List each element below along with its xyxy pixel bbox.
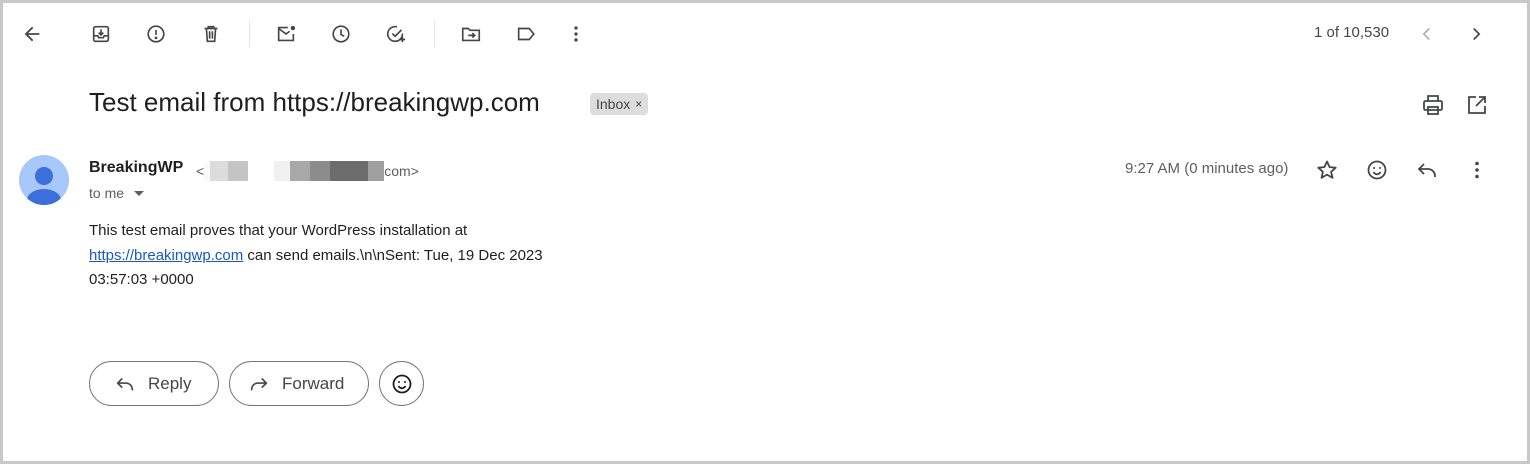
reply-button[interactable]: Reply (89, 361, 219, 406)
delete-icon[interactable] (200, 23, 222, 45)
forward-button[interactable]: Forward (229, 361, 369, 406)
caret-down-icon[interactable] (134, 190, 145, 196)
toolbar-divider (434, 21, 435, 47)
reply-icon[interactable] (1415, 158, 1439, 182)
reply-label: Reply (148, 373, 192, 393)
redacted-block (290, 161, 311, 181)
archive-icon[interactable] (90, 23, 112, 45)
more-vert-icon[interactable] (565, 23, 587, 45)
body-link[interactable]: https://breakingwp.com (89, 247, 243, 264)
forward-label: Forward (282, 373, 345, 393)
recipient-label: to me (89, 185, 125, 201)
print-icon[interactable] (1421, 93, 1445, 117)
redacted-block (330, 161, 369, 181)
sender-email-open: < (196, 163, 205, 179)
email-view: 1 of 10,530 Test email from https://brea… (3, 3, 1527, 461)
email-body: This test email proves that your WordPre… (89, 219, 609, 293)
back-arrow-icon[interactable] (21, 23, 43, 45)
avatar-head (35, 167, 53, 185)
reply-icon (114, 373, 136, 395)
avatar[interactable] (19, 155, 69, 205)
chevron-left-icon[interactable] (1416, 23, 1438, 45)
report-spam-icon[interactable] (145, 23, 167, 45)
snooze-icon[interactable] (330, 23, 352, 45)
body-line: 03:57:03 +0000 (89, 271, 194, 288)
add-to-tasks-icon[interactable] (385, 23, 407, 45)
open-new-window-icon[interactable] (1465, 93, 1489, 117)
redacted-block (310, 161, 331, 181)
body-line-rest: can send emails.\n\nSent: Tue, 19 Dec 20… (243, 246, 543, 264)
move-to-icon[interactable] (460, 23, 482, 45)
message-counter: 1 of 10,530 (1314, 24, 1390, 41)
email-subject: Test email from https://breakingwp.com (89, 87, 540, 117)
redacted-block (368, 161, 385, 181)
toolbar-divider (249, 21, 250, 47)
emoji-icon (390, 372, 414, 396)
redacted-block (210, 161, 229, 181)
avatar-body (27, 189, 61, 205)
remove-label-button[interactable]: × (635, 97, 642, 111)
forward-icon (248, 373, 270, 395)
emoji-react-button[interactable] (379, 361, 424, 406)
inbox-label-chip[interactable]: Inbox × (590, 93, 649, 115)
sender-email-tail: com> (384, 163, 419, 179)
sender-email: < com> (196, 161, 419, 181)
message-time: 9:27 AM (0 minutes ago) (1125, 160, 1289, 177)
sender-name: BreakingWP (89, 159, 184, 176)
body-line: https://breakingwp.com can send emails.\… (89, 244, 609, 269)
more-vert-icon[interactable] (1465, 158, 1489, 182)
body-line: This test email proves that your WordPre… (89, 222, 468, 239)
chevron-right-icon[interactable] (1465, 23, 1487, 45)
star-icon[interactable] (1315, 158, 1339, 182)
emoji-reaction-icon[interactable] (1365, 158, 1389, 182)
redacted-block (274, 161, 291, 181)
recipient-details[interactable]: to me (89, 185, 145, 201)
label-icon[interactable] (515, 23, 537, 45)
mark-unread-icon[interactable] (275, 23, 297, 45)
redacted-block (228, 161, 249, 181)
label-name: Inbox (596, 96, 631, 112)
redacted-block (248, 161, 275, 181)
